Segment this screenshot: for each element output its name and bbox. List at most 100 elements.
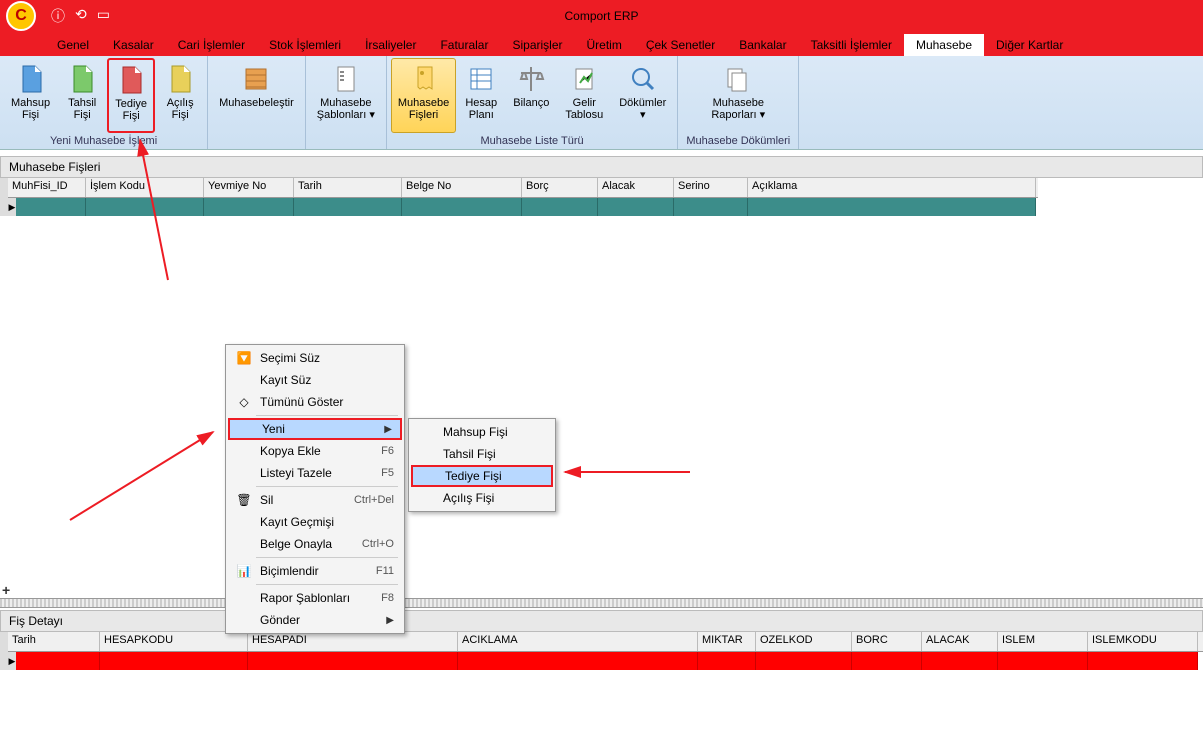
ctx-kayit[interactable]: Kayıt Süz [228, 369, 402, 391]
menubar: Genel Kasalar Cari İşlemler Stok İşlemle… [0, 32, 1203, 56]
lower-grid-row[interactable] [16, 652, 1203, 670]
lcol-miktar[interactable]: MIKTAR [698, 632, 756, 651]
col-yevmiye[interactable]: Yevmiye No [204, 178, 294, 197]
group-empty2 [340, 133, 351, 149]
format-icon: 📊 [232, 564, 256, 578]
template-icon [330, 63, 362, 95]
ctx-gonder[interactable]: Gönder▶ [228, 609, 402, 631]
info-icon[interactable]: ⓘ [51, 6, 65, 26]
ribbon: Mahsup Fişi Tahsil Fişi Tediye Fişi Açıl… [0, 56, 1203, 150]
plan-icon [465, 63, 497, 95]
ledger-icon [240, 63, 272, 95]
fisleri-button[interactable]: Muhasebe Fişleri [391, 58, 456, 133]
sub-acilis[interactable]: Açılış Fişi [411, 487, 553, 509]
app-logo: C [6, 1, 36, 31]
col-muhfisi[interactable]: MuhFisi_ID [8, 178, 86, 197]
raporlari-button[interactable]: Muhasebe Raporları ▾ [703, 58, 773, 133]
sub-mahsup[interactable]: Mahsup Fişi [411, 421, 553, 443]
tediye-fisi-button[interactable]: Tediye Fişi [107, 58, 155, 133]
tab-kasalar[interactable]: Kasalar [101, 34, 166, 56]
dokumler-label: Dökümler ▾ [619, 97, 666, 121]
tab-diger[interactable]: Diğer Kartlar [984, 34, 1075, 56]
document-green-icon [66, 63, 98, 95]
tahsil-label: Tahsil Fişi [68, 97, 96, 121]
tab-taksit[interactable]: Taksitli İşlemler [799, 34, 904, 56]
tediye-label: Tediye Fişi [115, 98, 147, 122]
ctx-kopya[interactable]: Kopya EkleF6 [228, 440, 402, 462]
col-aciklama[interactable]: Açıklama [748, 178, 1036, 197]
tahsil-fisi-button[interactable]: Tahsil Fişi [59, 58, 105, 133]
ctx-yeni[interactable]: Yeni▶ [228, 418, 402, 440]
delete-icon: 🗑 [232, 493, 256, 507]
tab-cari[interactable]: Cari İşlemler [166, 34, 257, 56]
ctx-sil[interactable]: 🗑SilCtrl+Del [228, 489, 402, 511]
filter-icon: 🔽 [232, 351, 256, 365]
col-borc[interactable]: Borç [522, 178, 598, 197]
upper-grid-row[interactable] [16, 198, 1038, 216]
window-icon[interactable]: ▭ [97, 6, 110, 26]
showall-icon: ◇ [232, 395, 256, 409]
ctx-rapor[interactable]: Rapor ŞablonlarıF8 [228, 587, 402, 609]
lower-panel-title: Fiş Detayı [0, 610, 1203, 632]
muhasebele-label: Muhasebeleştir [219, 97, 294, 109]
lcol-hesapkodu[interactable]: HESAPKODU [100, 632, 248, 651]
receipt-icon [408, 63, 440, 95]
lcol-islem[interactable]: ISLEM [998, 632, 1088, 651]
col-belge[interactable]: Belge No [402, 178, 522, 197]
upper-grid-header: MuhFisi_ID İşlem Kodu Yevmiye No Tarih B… [8, 178, 1038, 198]
app-title: Comport ERP [564, 9, 638, 23]
group3-label: Muhasebe Dökümleri [682, 133, 794, 149]
ctx-tumunu[interactable]: ◇Tümünü Göster [228, 391, 402, 413]
ctx-gecmis[interactable]: Kayıt Geçmişi [228, 511, 402, 533]
gelir-button[interactable]: Gelir Tablosu [558, 58, 610, 133]
refresh-icon[interactable]: ⟲ [75, 6, 87, 26]
tab-stok[interactable]: Stok İşlemleri [257, 34, 353, 56]
lcol-ozelkod[interactable]: OZELKOD [756, 632, 852, 651]
ctx-bicim[interactable]: 📊BiçimlendirF11 [228, 560, 402, 582]
balance-icon [515, 63, 547, 95]
dokumler-button[interactable]: Dökümler ▾ [612, 58, 673, 133]
submenu-arrow-icon: ▶ [386, 615, 394, 626]
tab-fatura[interactable]: Faturalar [428, 34, 500, 56]
col-islemkodu[interactable]: İşlem Kodu [86, 178, 204, 197]
col-serino[interactable]: Serino [674, 178, 748, 197]
tab-irsaliye[interactable]: İrsaliyeler [353, 34, 428, 56]
sub-tediye[interactable]: Tediye Fişi [411, 465, 553, 487]
document-yellow-icon [164, 63, 196, 95]
tab-siparis[interactable]: Siparişler [500, 34, 574, 56]
sablon-button[interactable]: Muhasebe Şablonları ▾ [310, 58, 382, 133]
current-row-marker: ▶ [8, 198, 16, 216]
ctx-secimi[interactable]: 🔽Seçimi Süz [228, 347, 402, 369]
group1-label: Yeni Muhasebe İşlemi [46, 133, 161, 149]
group2-label: Muhasebe Liste Türü [477, 133, 588, 149]
hesap-button[interactable]: Hesap Planı [458, 58, 504, 133]
lcol-alacak[interactable]: ALACAK [922, 632, 998, 651]
tab-cek[interactable]: Çek Senetler [634, 34, 727, 56]
mahsup-fisi-button[interactable]: Mahsup Fişi [4, 58, 57, 133]
lcol-aciklama[interactable]: ACIKLAMA [458, 632, 698, 651]
bilanco-button[interactable]: Bilanço [506, 58, 556, 133]
lcol-tarih[interactable]: Tarih [8, 632, 100, 651]
acilis-label: Açılış Fişi [167, 97, 194, 121]
muhasebele-button[interactable]: Muhasebeleştir [212, 58, 301, 133]
document-blue-icon [15, 63, 47, 95]
ctx-onayla[interactable]: Belge OnaylaCtrl+O [228, 533, 402, 555]
context-menu[interactable]: 🔽Seçimi Süz Kayıt Süz ◇Tümünü Göster Yen… [225, 344, 405, 634]
lcol-islemkodu[interactable]: ISLEMKODU [1088, 632, 1198, 651]
acilis-fisi-button[interactable]: Açılış Fişi [157, 58, 203, 133]
tab-genel[interactable]: Genel [45, 34, 101, 56]
lcol-hesapadi[interactable]: HESAPADI [248, 632, 458, 651]
sub-tahsil[interactable]: Tahsil Fişi [411, 443, 553, 465]
tab-banka[interactable]: Bankalar [727, 34, 798, 56]
col-alacak[interactable]: Alacak [598, 178, 674, 197]
col-tarih[interactable]: Tarih [294, 178, 402, 197]
row-indicator [0, 178, 8, 216]
mahsup-label: Mahsup Fişi [11, 97, 50, 121]
tab-muhasebe[interactable]: Muhasebe [904, 34, 984, 56]
ctx-listeyi[interactable]: Listeyi TazeleF5 [228, 462, 402, 484]
expand-marker[interactable]: + [2, 582, 10, 598]
context-submenu[interactable]: Mahsup Fişi Tahsil Fişi Tediye Fişi Açıl… [408, 418, 556, 512]
tab-uretim[interactable]: Üretim [575, 34, 634, 56]
splitter[interactable] [0, 598, 1203, 608]
lcol-borc[interactable]: BORC [852, 632, 922, 651]
